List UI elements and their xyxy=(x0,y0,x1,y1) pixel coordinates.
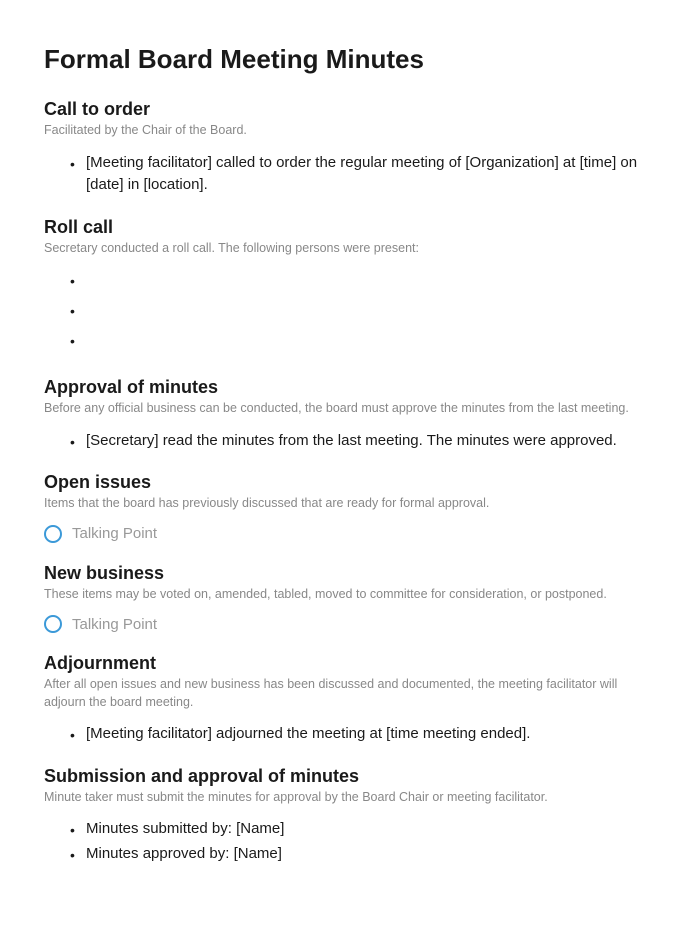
heading-call-to-order: Call to order xyxy=(44,99,640,120)
section-submission: Submission and approval of minutes Minut… xyxy=(44,766,640,866)
list-item xyxy=(86,329,640,357)
list-item xyxy=(86,299,640,327)
section-call-to-order: Call to order Facilitated by the Chair o… xyxy=(44,99,640,197)
heading-open-issues: Open issues xyxy=(44,472,640,493)
list-item: Minutes approved by: [Name] xyxy=(86,843,640,866)
subtitle-roll-call: Secretary conducted a roll call. The fol… xyxy=(44,240,640,258)
talking-point-label: Talking Point xyxy=(72,616,157,633)
heading-submission: Submission and approval of minutes xyxy=(44,766,640,787)
list-roll-call xyxy=(44,269,640,357)
circle-icon xyxy=(44,615,62,633)
subtitle-submission: Minute taker must submit the minutes for… xyxy=(44,789,640,807)
list-item: [Meeting facilitator] adjourned the meet… xyxy=(86,723,640,746)
list-item xyxy=(86,269,640,297)
subtitle-approval-minutes: Before any official business can be cond… xyxy=(44,400,640,418)
section-new-business: New business These items may be voted on… xyxy=(44,563,640,634)
list-item: [Secretary] read the minutes from the la… xyxy=(86,430,640,453)
talking-point-open-issues[interactable]: Talking Point xyxy=(44,525,640,543)
heading-roll-call: Roll call xyxy=(44,217,640,238)
heading-approval-minutes: Approval of minutes xyxy=(44,377,640,398)
section-open-issues: Open issues Items that the board has pre… xyxy=(44,472,640,543)
talking-point-label: Talking Point xyxy=(72,525,157,542)
list-item: [Meeting facilitator] called to order th… xyxy=(86,152,640,197)
heading-new-business: New business xyxy=(44,563,640,584)
talking-point-new-business[interactable]: Talking Point xyxy=(44,615,640,633)
list-approval-minutes: [Secretary] read the minutes from the la… xyxy=(44,430,640,453)
document-title: Formal Board Meeting Minutes xyxy=(44,44,640,75)
heading-adjournment: Adjournment xyxy=(44,653,640,674)
subtitle-adjournment: After all open issues and new business h… xyxy=(44,676,640,711)
list-submission: Minutes submitted by: [Name] Minutes app… xyxy=(44,818,640,865)
subtitle-new-business: These items may be voted on, amended, ta… xyxy=(44,586,640,604)
section-adjournment: Adjournment After all open issues and ne… xyxy=(44,653,640,746)
list-adjournment: [Meeting facilitator] adjourned the meet… xyxy=(44,723,640,746)
section-roll-call: Roll call Secretary conducted a roll cal… xyxy=(44,217,640,358)
subtitle-call-to-order: Facilitated by the Chair of the Board. xyxy=(44,122,640,140)
section-approval-minutes: Approval of minutes Before any official … xyxy=(44,377,640,452)
circle-icon xyxy=(44,525,62,543)
subtitle-open-issues: Items that the board has previously disc… xyxy=(44,495,640,513)
list-item: Minutes submitted by: [Name] xyxy=(86,818,640,841)
list-call-to-order: [Meeting facilitator] called to order th… xyxy=(44,152,640,197)
